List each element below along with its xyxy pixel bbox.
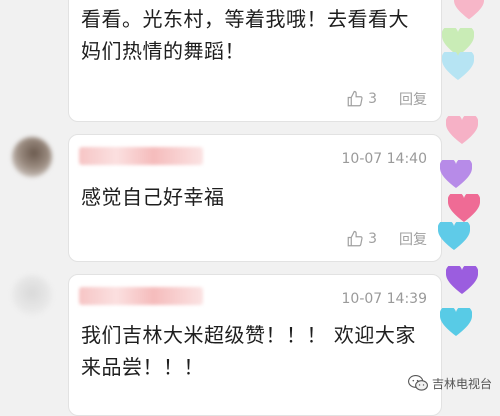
username-blurred[interactable]	[79, 287, 203, 305]
username-blurred[interactable]	[79, 147, 203, 165]
heart-icon	[438, 222, 470, 250]
reply-button[interactable]: 回复	[399, 89, 427, 109]
like-count: 3	[368, 231, 377, 247]
heart-icon	[446, 116, 478, 144]
comment-text-line: 感觉自己好幸福	[81, 185, 225, 209]
comment-timestamp: 10-07 14:39	[341, 291, 427, 307]
comment-card: 10-07 14:40 感觉自己好幸福 3 回复	[68, 134, 442, 262]
heart-icon	[448, 194, 480, 222]
wechat-icon	[408, 374, 428, 391]
avatar[interactable]	[12, 275, 52, 315]
comment-actions: 3 回复	[346, 229, 427, 249]
watermark-label: 吉林电视台	[431, 376, 492, 391]
comment-text-line: 妈们热情的舞蹈！	[81, 39, 245, 63]
comment-actions: 3 回复	[346, 89, 427, 109]
watermark: 吉林电视台	[407, 374, 492, 392]
decorative-hearts	[438, 0, 500, 402]
heart-icon	[442, 52, 474, 80]
avatar[interactable]	[12, 137, 52, 177]
reply-button[interactable]: 回复	[399, 229, 427, 249]
heart-icon	[454, 0, 484, 20]
heart-icon	[440, 160, 472, 188]
comment-text-line: 来品尝！！！	[81, 355, 204, 379]
comment-card: 看看。光东村，等着我哦！去看看大 妈们热情的舞蹈！ 3 回复	[68, 0, 442, 122]
heart-icon	[440, 308, 472, 336]
comment-text: 我们吉林大米超级赞！！！ 欢迎大家 来品尝！！！	[81, 319, 423, 383]
comment-text-line: 我们吉林大米超级赞！！！ 欢迎大家	[81, 323, 416, 347]
comment-text: 感觉自己好幸福	[81, 181, 423, 213]
heart-icon	[446, 266, 478, 294]
thumbs-up-icon[interactable]	[346, 230, 364, 248]
comment-timestamp: 10-07 14:40	[341, 151, 427, 167]
comment-card: 10-07 14:39 我们吉林大米超级赞！！！ 欢迎大家 来品尝！！！	[68, 274, 442, 416]
thumbs-up-icon[interactable]	[346, 90, 364, 108]
comment-text-line: 看看。光东村，等着我哦！去看看大	[81, 7, 409, 31]
comment-text: 看看。光东村，等着我哦！去看看大 妈们热情的舞蹈！	[81, 3, 423, 67]
like-count: 3	[368, 91, 377, 107]
